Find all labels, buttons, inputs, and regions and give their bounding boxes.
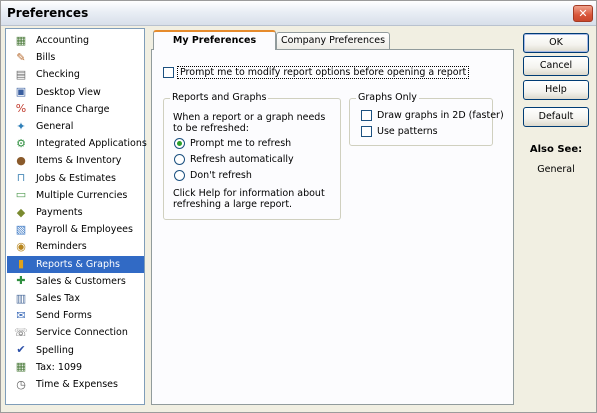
preferences-dialog: Preferences ✕ ▦ Accounting ✎ Bills ▤ Checking… xyxy=(0,0,597,413)
sidebar-item-label: Send Forms xyxy=(36,310,92,322)
reports-and-graphs-group-title: Reports and Graphs xyxy=(170,92,269,103)
also-see-title: Also See: xyxy=(529,144,583,155)
sidebar-item-spelling[interactable]: ✔ Spelling xyxy=(7,342,144,359)
sidebar-item-label: Checking xyxy=(36,69,80,81)
sales-tax-icon: ▥ xyxy=(15,291,27,305)
checking-icon: ▤ xyxy=(15,67,27,81)
graphs-only-group-title: Graphs Only xyxy=(356,92,419,103)
radio-refresh-automatically-label: Refresh automatically xyxy=(190,154,294,165)
tab-company-preferences[interactable]: Company Preferences xyxy=(276,32,390,49)
use-patterns-row[interactable]: Use patterns xyxy=(361,126,438,137)
also-see-general-link[interactable]: General xyxy=(523,164,589,175)
payroll-employees-icon: ▧ xyxy=(15,222,27,236)
draw-graphs-2d-checkbox[interactable] xyxy=(361,110,372,121)
sidebar-item-label: Sales Tax xyxy=(36,293,80,304)
help-button[interactable]: Help xyxy=(523,80,589,100)
draw-graphs-2d-row[interactable]: Draw graphs in 2D (faster) xyxy=(361,110,504,121)
payments-icon: ◆ xyxy=(16,205,26,219)
sidebar-item-items-inventory[interactable]: ● Items & Inventory xyxy=(7,152,144,169)
refresh-option-automatic[interactable]: Refresh automatically xyxy=(174,154,294,165)
sidebar-item-label: General xyxy=(36,121,74,132)
radio-dont-refresh-label: Don't refresh xyxy=(190,170,252,181)
sidebar-item-label: Finance Charge xyxy=(36,103,110,115)
finance-charge-icon: % xyxy=(15,102,27,116)
sidebar-item-label: Integrated Applications xyxy=(36,138,147,150)
cancel-button[interactable]: Cancel xyxy=(523,56,589,76)
sidebar-item-label: Time & Expenses xyxy=(36,379,118,390)
close-button[interactable]: ✕ xyxy=(573,5,593,22)
sidebar-item-reminders[interactable]: ◉ Reminders xyxy=(7,238,144,255)
sidebar-item-multiple-currencies[interactable]: ▭ Multiple Currencies xyxy=(7,187,144,204)
use-patterns-checkbox[interactable] xyxy=(361,126,372,137)
sidebar-item-label: Bills xyxy=(36,52,56,64)
sidebar-item-label: Spelling xyxy=(36,344,74,356)
sidebar-item-payroll-employees[interactable]: ▧ Payroll & Employees xyxy=(7,221,144,238)
sidebar-item-label: Reports & Graphs xyxy=(36,258,120,270)
prompt-modify-report-options-checkbox[interactable] xyxy=(163,67,174,78)
use-patterns-label: Use patterns xyxy=(377,126,438,137)
sidebar-item-tax-1099[interactable]: ▦ Tax: 1099 xyxy=(7,359,144,376)
sidebar-item-finance-charge[interactable]: % Finance Charge xyxy=(7,101,144,118)
window-title: Preferences xyxy=(7,6,89,20)
sidebar-item-integrated-applications[interactable]: ⚙ Integrated Applications xyxy=(7,135,147,152)
sidebar-item-desktop-view[interactable]: ▣ Desktop View xyxy=(7,84,144,101)
refresh-intro-text: When a report or a graph needs to be ref… xyxy=(173,112,326,134)
sidebar-item-jobs-estimates[interactable]: ⊓ Jobs & Estimates xyxy=(7,170,144,187)
title-bar: Preferences ✕ xyxy=(1,1,596,26)
draw-graphs-2d-label: Draw graphs in 2D (faster) xyxy=(377,110,504,121)
sidebar-item-time-expenses[interactable]: ◷ Time & Expenses xyxy=(7,376,144,393)
sales-customers-icon: ✚ xyxy=(16,274,26,288)
radio-refresh-automatically[interactable] xyxy=(174,154,185,165)
radio-prompt-me-to-refresh-label: Prompt me to refresh xyxy=(190,138,292,149)
tab-my-preferences[interactable]: My Preferences xyxy=(153,30,276,50)
sidebar-item-sales-tax[interactable]: ▥ Sales Tax xyxy=(7,290,144,307)
integrated-applications-icon: ⚙ xyxy=(16,136,26,150)
preferences-category-list[interactable]: ▦ Accounting ✎ Bills ▤ Checking ▣ Desktop View%… xyxy=(5,28,147,405)
sidebar-item-checking[interactable]: ▤ Checking xyxy=(7,66,144,83)
desktop-view-icon: ▣ xyxy=(15,85,27,99)
items-inventory-icon: ● xyxy=(16,153,26,167)
sidebar-item-service-connection[interactable]: ☏ Service Connection xyxy=(7,324,144,341)
sidebar-item-label: Sales & Customers xyxy=(36,275,126,287)
refresh-option-prompt[interactable]: Prompt me to refresh xyxy=(174,138,291,149)
sidebar-item-reports-graphs[interactable]: ▮ Reports & Graphs xyxy=(7,255,144,273)
ok-button[interactable]: OK xyxy=(523,33,589,53)
accounting-icon: ▦ xyxy=(15,33,27,47)
tax-1099-icon: ▦ xyxy=(15,360,27,374)
sidebar-item-label: Payments xyxy=(36,207,83,218)
jobs-estimates-icon: ⊓ xyxy=(16,171,26,185)
radio-dont-refresh[interactable] xyxy=(174,170,185,181)
refresh-option-dont[interactable]: Don't refresh xyxy=(174,170,252,181)
sidebar-item-bills[interactable]: ✎ Bills xyxy=(7,49,144,66)
reminders-icon: ◉ xyxy=(16,239,26,253)
prompt-modify-report-options-label: Prompt me to modify report options befor… xyxy=(177,66,470,79)
sidebar-item-send-forms[interactable]: ✉ Send Forms xyxy=(7,307,144,324)
sidebar-item-payments[interactable]: ◆ Payments xyxy=(7,204,144,221)
sidebar-item-label: Desktop View xyxy=(36,86,101,98)
radio-prompt-me-to-refresh[interactable] xyxy=(174,138,185,149)
send-forms-icon: ✉ xyxy=(16,308,26,322)
reports-graphs-icon: ▮ xyxy=(17,257,25,271)
multiple-currencies-icon: ▭ xyxy=(15,188,27,202)
prompt-modify-report-options-row[interactable]: Prompt me to modify report options befor… xyxy=(163,66,470,79)
sidebar-item-accounting[interactable]: ▦ Accounting xyxy=(7,32,144,49)
graphs-only-group: Graphs Only xyxy=(349,92,493,146)
sidebar-item-sales-customers[interactable]: ✚ Sales & Customers xyxy=(7,273,144,290)
sidebar-item-label: Accounting xyxy=(36,35,90,46)
bills-icon: ✎ xyxy=(16,50,26,64)
sidebar-item-label: Tax: 1099 xyxy=(36,361,83,373)
sidebar-item-label: Service Connection xyxy=(36,327,128,339)
time-expenses-icon: ◷ xyxy=(16,377,26,391)
sidebar-item-label: Payroll & Employees xyxy=(36,224,133,236)
default-button[interactable]: Default xyxy=(523,107,589,127)
sidebar-item-label: Jobs & Estimates xyxy=(36,172,116,184)
sidebar-item-general[interactable]: ✦ General xyxy=(7,118,144,135)
sidebar-item-label: Multiple Currencies xyxy=(36,189,128,201)
refresh-help-note: Click Help for information about refresh… xyxy=(173,188,325,210)
service-connection-icon: ☏ xyxy=(14,325,28,339)
sidebar-item-label: Items & Inventory xyxy=(36,155,122,167)
sidebar-item-label: Reminders xyxy=(36,241,87,253)
general-icon: ✦ xyxy=(16,119,26,133)
spelling-icon: ✔ xyxy=(16,343,26,357)
